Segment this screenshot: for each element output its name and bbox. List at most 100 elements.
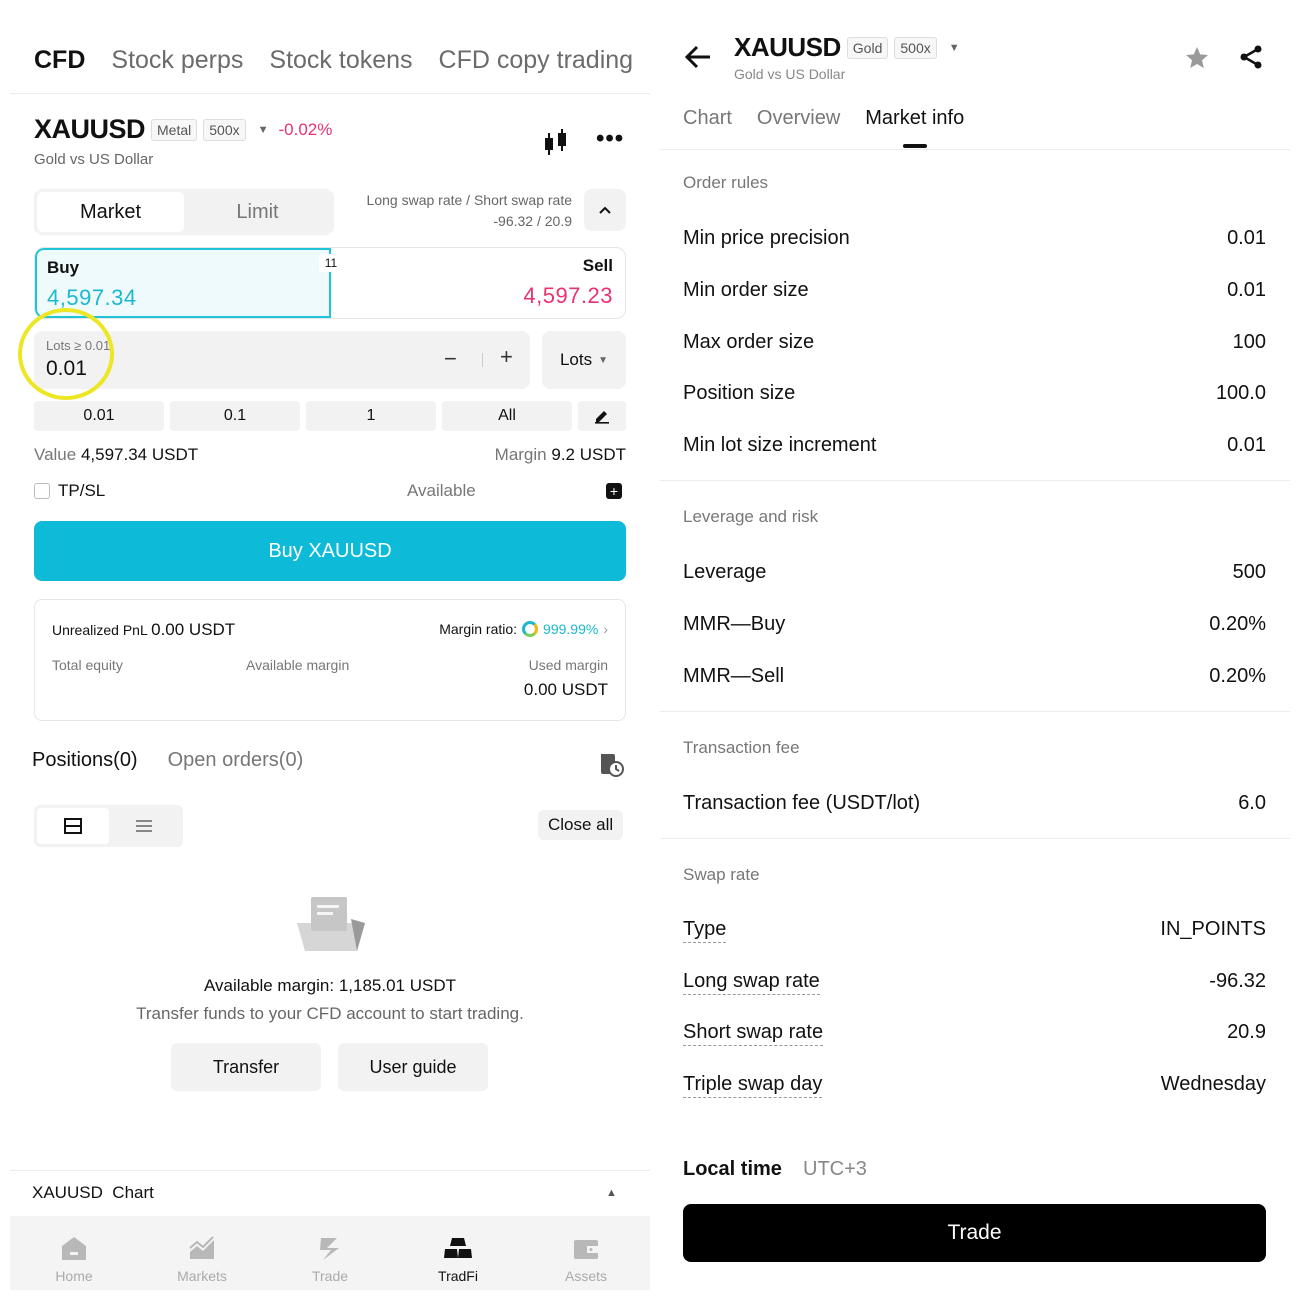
margin-ratio[interactable]: Margin ratio: 999.99% › xyxy=(439,621,608,637)
divider xyxy=(660,711,1290,712)
market-info-panel: XAUUSD Gold 500x ▼ Gold vs US Dollar Cha… xyxy=(660,0,1290,1290)
order-type-toggle: Market Limit xyxy=(34,189,334,235)
transfer-button[interactable]: Transfer xyxy=(171,1043,321,1091)
share-icon[interactable] xyxy=(1239,45,1263,69)
account-summary-card: Unrealized PnL 0.00 USDT Margin ratio: 9… xyxy=(34,599,626,721)
tab-cfd[interactable]: CFD xyxy=(34,46,85,75)
info-key[interactable]: Triple swap day xyxy=(683,1073,823,1098)
symbol-subtitle: Gold vs US Dollar xyxy=(34,151,154,168)
nav-tradfi[interactable]: TradFi xyxy=(394,1216,522,1290)
divider xyxy=(10,1170,650,1171)
collapse-button[interactable] xyxy=(584,189,626,231)
card-view-button[interactable] xyxy=(37,808,109,844)
card-view-icon xyxy=(63,818,82,834)
tab-open-orders[interactable]: Open orders(0) xyxy=(168,749,304,772)
wallet-icon xyxy=(574,1240,598,1259)
section-order-rules: Order rules xyxy=(683,173,769,192)
quick-amount-1[interactable]: 1 xyxy=(306,401,436,431)
info-key[interactable]: Type xyxy=(683,918,727,943)
order-value: 4,597.34 USDT xyxy=(80,445,199,464)
symbol-name: XAUUSD xyxy=(34,114,146,144)
transfer-hint: Transfer funds to your CFD account to st… xyxy=(136,1004,524,1023)
tab-market-info[interactable]: Market info xyxy=(865,107,964,148)
caret-down-icon: ▼ xyxy=(598,354,609,366)
info-key: Min lot size increment xyxy=(683,434,877,456)
history-icon[interactable] xyxy=(597,750,625,778)
nav-assets[interactable]: Assets xyxy=(522,1216,650,1290)
info-value: 0.01 xyxy=(1227,434,1266,456)
order-type-limit[interactable]: Limit xyxy=(184,192,331,232)
edit-amounts-button[interactable] xyxy=(578,401,626,431)
info-key: Position size xyxy=(683,382,796,404)
tab-stock-tokens[interactable]: Stock tokens xyxy=(269,46,412,75)
favorite-star-icon[interactable] xyxy=(1184,45,1210,71)
pnl-value: 0.00 USDT xyxy=(151,620,236,639)
candlestick-icon[interactable] xyxy=(543,128,569,156)
order-type-market[interactable]: Market xyxy=(37,192,184,232)
info-value: 100.0 xyxy=(1215,382,1266,404)
tab-overview[interactable]: Overview xyxy=(757,107,840,130)
info-key: Transaction fee (USDT/lot) xyxy=(683,792,921,814)
add-funds-icon[interactable]: + xyxy=(606,483,622,499)
pencil-icon xyxy=(595,411,609,424)
ratio-ring-icon xyxy=(522,621,539,637)
symbol-header[interactable]: XAUUSD Gold 500x ▼ xyxy=(734,32,964,63)
swap-rate-label: Long swap rate / Short swap rate xyxy=(366,192,572,208)
unrealized-pnl: Unrealized PnL 0.00 USDT xyxy=(52,620,235,640)
nav-home[interactable]: Home xyxy=(10,1216,138,1290)
empty-folder-icon xyxy=(297,897,365,951)
symbol-name: XAUUSD xyxy=(734,32,841,62)
trade-button[interactable]: Trade xyxy=(683,1204,1266,1262)
nav-label: Markets xyxy=(177,1268,227,1284)
increment-button[interactable]: + xyxy=(500,344,513,370)
info-key: Max order size xyxy=(683,331,815,353)
info-key[interactable]: Short swap rate xyxy=(683,1021,824,1046)
tab-chart[interactable]: Chart xyxy=(683,107,732,130)
local-time-label: Local time xyxy=(683,1158,782,1180)
tab-positions[interactable]: Positions(0) xyxy=(32,749,138,772)
info-key[interactable]: Long swap rate xyxy=(683,970,820,995)
tpsl-checkbox[interactable] xyxy=(34,483,50,499)
buy-submit-button[interactable]: Buy XAUUSD xyxy=(34,521,626,581)
nav-label: Home xyxy=(55,1268,93,1284)
unit-select[interactable]: Lots ▼ xyxy=(542,331,626,389)
positions-tabs: Positions(0) Open orders(0) xyxy=(32,749,303,772)
detail-tabs: Chart Overview Market info xyxy=(683,107,964,148)
pnl-label: Unrealized PnL xyxy=(52,622,148,638)
quick-amount-all[interactable]: All xyxy=(442,401,572,431)
tab-stock-perps[interactable]: Stock perps xyxy=(111,46,243,75)
quick-amount-0-1[interactable]: 0.1 xyxy=(170,401,300,431)
nav-trade[interactable]: Trade xyxy=(266,1216,394,1290)
nav-markets[interactable]: Markets xyxy=(138,1216,266,1290)
user-guide-button[interactable]: User guide xyxy=(338,1043,488,1091)
more-dots-icon[interactable]: ••• xyxy=(596,127,624,154)
unit-label: Lots xyxy=(559,350,593,369)
list-view-button[interactable] xyxy=(109,808,181,844)
info-value: 0.20% xyxy=(1209,613,1266,635)
total-equity-label: Total equity xyxy=(52,657,123,673)
info-key: Min order size xyxy=(683,279,809,301)
nav-label: TradFi xyxy=(438,1268,478,1284)
info-value: 0.01 xyxy=(1227,227,1266,249)
info-value: Wednesday xyxy=(1160,1073,1266,1095)
caret-down-icon[interactable]: ▼ xyxy=(258,124,269,136)
quick-amount-0-01[interactable]: 0.01 xyxy=(34,401,164,431)
symbol-header[interactable]: XAUUSD Metal 500x ▼ -0.02% xyxy=(34,114,332,145)
caret-up-icon[interactable]: ▲ xyxy=(606,1187,617,1199)
chevron-up-icon xyxy=(599,206,611,214)
divider xyxy=(10,93,650,94)
divider xyxy=(660,480,1290,481)
tab-cfd-copy-trading[interactable]: CFD copy trading xyxy=(439,46,634,75)
chart-section-title[interactable]: XAUUSD Chart xyxy=(32,1183,154,1203)
info-value: IN_POINTS xyxy=(1160,918,1266,940)
close-all-button[interactable]: Close all xyxy=(538,810,624,840)
buy-option[interactable]: Buy 4,597.34 xyxy=(35,248,331,318)
symbol-subtitle: Gold vs US Dollar xyxy=(734,66,846,82)
caret-down-icon[interactable]: ▼ xyxy=(949,42,960,54)
back-arrow-icon[interactable] xyxy=(684,44,712,70)
bottom-nav: Home Markets Trade TradFi Assets xyxy=(10,1216,650,1290)
category-chip: Metal xyxy=(151,118,198,141)
sell-label: Sell xyxy=(582,256,613,275)
order-margin: 9.2 USDT xyxy=(551,445,626,464)
decrement-button[interactable]: − xyxy=(444,346,457,372)
